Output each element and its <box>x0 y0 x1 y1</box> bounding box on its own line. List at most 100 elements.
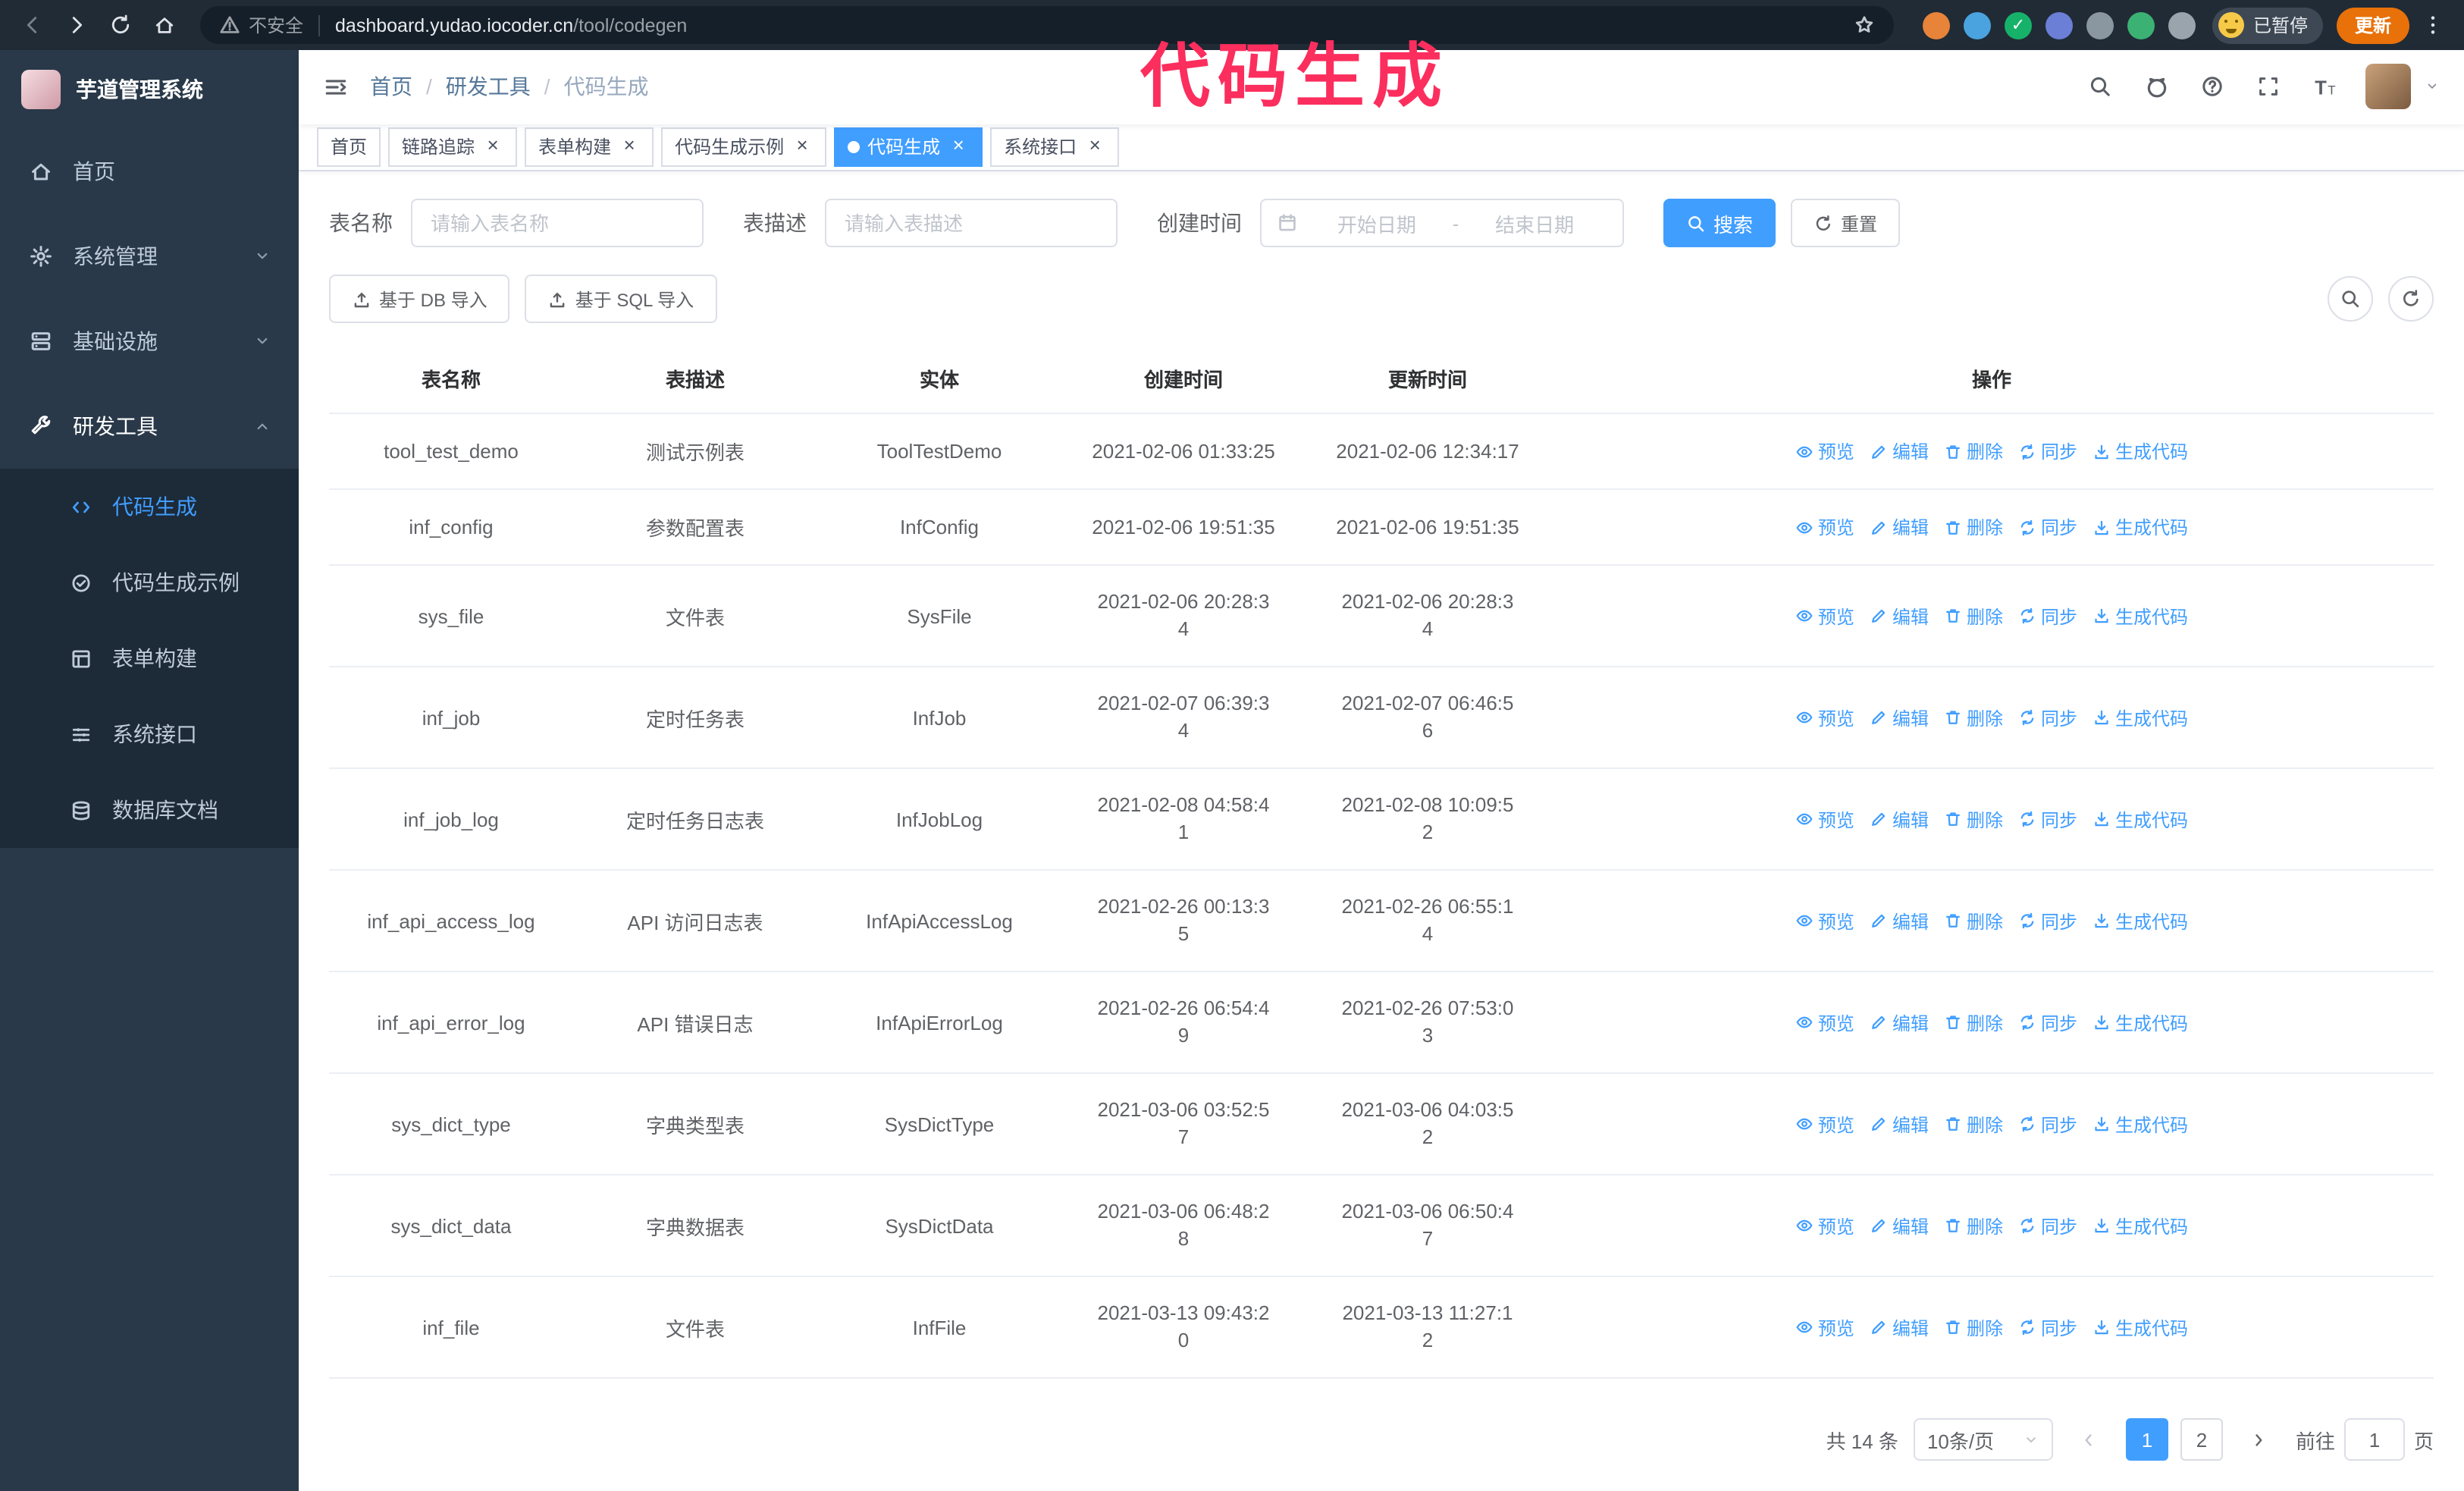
puzzle-extension-icon[interactable] <box>2168 11 2196 39</box>
edit-action[interactable]: 编辑 <box>1870 514 1929 540</box>
preview-action[interactable]: 预览 <box>1795 603 1854 629</box>
tab-home[interactable]: 首页 <box>317 127 381 167</box>
browser-reload-icon[interactable] <box>100 5 140 45</box>
edit-action[interactable]: 编辑 <box>1870 438 1929 464</box>
reset-button[interactable]: 重置 <box>1791 199 1901 247</box>
delete-action[interactable]: 删除 <box>1944 514 2003 540</box>
sync-action[interactable]: 同步 <box>2018 1111 2077 1137</box>
edit-action[interactable]: 编辑 <box>1870 1111 1929 1137</box>
close-icon[interactable]: × <box>948 135 969 158</box>
delete-action[interactable]: 删除 <box>1944 603 2003 629</box>
app-logo[interactable]: 芋道管理系统 <box>0 50 299 129</box>
tab-codegen-example[interactable]: 代码生成示例 × <box>661 127 827 167</box>
preview-action[interactable]: 预览 <box>1795 1213 1854 1238</box>
generate-action[interactable]: 生成代码 <box>2093 1314 2188 1340</box>
delete-action[interactable]: 删除 <box>1944 438 2003 464</box>
edit-action[interactable]: 编辑 <box>1870 1009 1929 1035</box>
search-icon[interactable] <box>2085 72 2115 102</box>
bookmark-star-icon[interactable] <box>1853 14 1876 36</box>
page-button-1[interactable]: 1 <box>2125 1418 2168 1461</box>
sync-action[interactable]: 同步 <box>2018 806 2077 832</box>
generate-action[interactable]: 生成代码 <box>2093 705 2188 730</box>
generate-action[interactable]: 生成代码 <box>2093 603 2188 629</box>
generate-action[interactable]: 生成代码 <box>2093 1009 2188 1035</box>
gray-extension-icon[interactable] <box>2086 11 2114 39</box>
preview-action[interactable]: 预览 <box>1795 806 1854 832</box>
refresh-table-button[interactable] <box>2388 276 2434 322</box>
page-size-select[interactable]: 10条/页 <box>1913 1418 2053 1461</box>
generate-action[interactable]: 生成代码 <box>2093 1213 2188 1238</box>
delete-action[interactable]: 删除 <box>1944 1111 2003 1137</box>
user-avatar[interactable] <box>2365 64 2411 110</box>
preview-action[interactable]: 预览 <box>1795 438 1854 464</box>
preview-action[interactable]: 预览 <box>1795 705 1854 730</box>
font-size-icon[interactable]: TT <box>2309 72 2340 102</box>
preview-action[interactable]: 预览 <box>1795 1009 1854 1035</box>
edit-action[interactable]: 编辑 <box>1870 705 1929 730</box>
edit-action[interactable]: 编辑 <box>1870 603 1929 629</box>
close-icon[interactable]: × <box>619 135 640 158</box>
sync-action[interactable]: 同步 <box>2018 603 2077 629</box>
tab-api[interactable]: 系统接口 × <box>990 127 1120 167</box>
preview-action[interactable]: 预览 <box>1795 514 1854 540</box>
sidebar-toggle-icon[interactable] <box>323 74 349 100</box>
sync-action[interactable]: 同步 <box>2018 514 2077 540</box>
avatar-caret-down-icon[interactable] <box>2425 80 2440 95</box>
sidebar-item-infra[interactable]: 基础设施 <box>0 299 299 384</box>
profile-paused-badge[interactable]: 已暂停 <box>2212 7 2323 43</box>
sidebar-item-system[interactable]: 系统管理 <box>0 214 299 299</box>
docs-question-icon[interactable] <box>2197 72 2227 102</box>
preview-action[interactable]: 预览 <box>1795 1111 1854 1137</box>
sync-action[interactable]: 同步 <box>2018 1009 2077 1035</box>
browser-back-icon[interactable] <box>12 5 52 45</box>
sidebar-item-home[interactable]: 首页 <box>0 129 299 214</box>
browser-update-button[interactable]: 更新 <box>2336 7 2409 43</box>
sidebar-subitem-form-builder[interactable]: 表单构建 <box>0 620 299 696</box>
delete-action[interactable]: 删除 <box>1944 908 2003 934</box>
sidebar-subitem-api[interactable]: 系统接口 <box>0 696 299 772</box>
close-icon[interactable]: × <box>1084 135 1105 158</box>
delete-action[interactable]: 删除 <box>1944 1009 2003 1035</box>
browser-forward-icon[interactable] <box>56 5 96 45</box>
drop-extension-icon[interactable] <box>1963 11 1991 39</box>
preview-action[interactable]: 预览 <box>1795 1314 1854 1340</box>
sidebar-subitem-codegen[interactable]: 代码生成 <box>0 469 299 545</box>
table-name-input[interactable] <box>411 199 704 247</box>
sidebar-subitem-codegen-example[interactable]: 代码生成示例 <box>0 545 299 620</box>
sync-action[interactable]: 同步 <box>2018 438 2077 464</box>
delete-action[interactable]: 删除 <box>1944 806 2003 832</box>
import-db-button[interactable]: 基于 DB 导入 <box>329 275 510 323</box>
generate-action[interactable]: 生成代码 <box>2093 1111 2188 1137</box>
close-icon[interactable]: × <box>792 135 813 158</box>
edit-action[interactable]: 编辑 <box>1870 806 1929 832</box>
tab-tracer[interactable]: 链路追踪 × <box>388 127 518 167</box>
browser-menu-icon[interactable] <box>2414 14 2452 36</box>
sync-action[interactable]: 同步 <box>2018 705 2077 730</box>
sidebar-subitem-db-doc[interactable]: 数据库文档 <box>0 772 299 848</box>
generate-action[interactable]: 生成代码 <box>2093 438 2188 464</box>
sidebar-item-devtools[interactable]: 研发工具 <box>0 384 299 469</box>
people-extension-icon[interactable] <box>2045 11 2073 39</box>
goto-page-input[interactable] <box>2343 1418 2405 1461</box>
preview-action[interactable]: 预览 <box>1795 908 1854 934</box>
tab-codegen[interactable]: 代码生成 × <box>834 127 983 167</box>
generate-action[interactable]: 生成代码 <box>2093 806 2188 832</box>
browser-home-icon[interactable] <box>144 5 183 45</box>
import-sql-button[interactable]: 基于 SQL 导入 <box>525 275 717 323</box>
tab-form-builder[interactable]: 表单构建 × <box>525 127 654 167</box>
next-page-button[interactable] <box>2237 1418 2281 1461</box>
github-icon[interactable] <box>2141 72 2171 102</box>
close-icon[interactable]: × <box>482 135 503 158</box>
check-extension-icon[interactable]: ✓ <box>2004 11 2032 39</box>
table-desc-input[interactable] <box>825 199 1118 247</box>
generate-action[interactable]: 生成代码 <box>2093 514 2188 540</box>
sync-action[interactable]: 同步 <box>2018 908 2077 934</box>
leaf-extension-icon[interactable] <box>2127 11 2155 39</box>
edit-action[interactable]: 编辑 <box>1870 1213 1929 1238</box>
breadcrumb-home[interactable]: 首页 <box>370 72 412 102</box>
delete-action[interactable]: 删除 <box>1944 1213 2003 1238</box>
search-button[interactable]: 搜索 <box>1663 199 1776 247</box>
sync-action[interactable]: 同步 <box>2018 1314 2077 1340</box>
fox-extension-icon[interactable] <box>1922 11 1950 39</box>
delete-action[interactable]: 删除 <box>1944 1314 2003 1340</box>
